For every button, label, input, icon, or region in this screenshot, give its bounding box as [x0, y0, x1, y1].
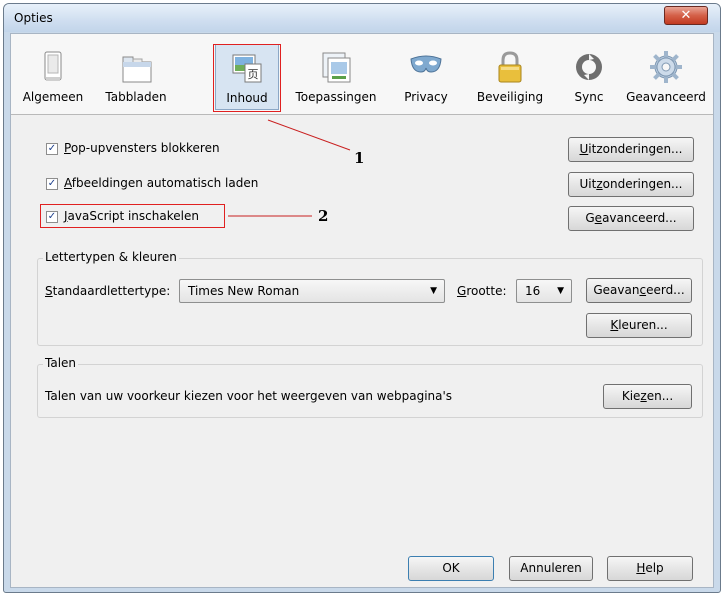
applications-icon — [322, 52, 351, 83]
ok-button[interactable]: OK — [408, 556, 494, 581]
tab-label: Beveiliging — [476, 90, 544, 104]
title-bar[interactable]: Opties ✕ — [4, 4, 720, 32]
label-popups: Pop-upvensters blokkeren — [64, 141, 220, 155]
close-icon: ✕ — [680, 8, 692, 23]
default-font-select[interactable]: Times New Roman ▼ — [179, 279, 445, 303]
font-size-value: 16 — [525, 284, 541, 298]
annotation-label-2: 2 — [318, 207, 329, 225]
annotation-box-inhoud — [213, 44, 281, 112]
tab-algemeen[interactable]: Algemeen — [15, 44, 91, 110]
label-javascript: JavaScript inschakelen — [64, 209, 199, 223]
tab-label: Geavanceerd — [626, 90, 706, 104]
tab-geavanceerd[interactable]: Geavanceerd — [623, 44, 709, 110]
checkbox-images[interactable]: ✓ — [46, 178, 58, 190]
checkbox-javascript[interactable]: ✓ — [46, 211, 58, 223]
switch-icon — [44, 51, 62, 81]
choose-languages-button[interactable]: Kiezen... — [603, 384, 692, 409]
tab-beveiliging[interactable]: Beveiliging — [467, 44, 553, 110]
tab-tabbladen[interactable]: Tabbladen — [97, 44, 175, 110]
default-font-label: Standaardlettertype: — [45, 284, 171, 298]
tab-toepassingen[interactable]: Toepassingen — [288, 44, 384, 110]
gear-icon — [650, 51, 682, 83]
annotation-label-1: 1 — [354, 149, 365, 167]
languages-group-label: Talen — [43, 356, 79, 370]
close-button[interactable]: ✕ — [664, 6, 708, 25]
dropdown-arrow-icon: ▼ — [557, 286, 564, 296]
sync-icon — [576, 54, 602, 80]
font-size-select[interactable]: 16 ▼ — [516, 279, 572, 303]
dropdown-arrow-icon: ▼ — [430, 286, 437, 296]
tab-label: Privacy — [404, 90, 448, 104]
fonts-group-label: Lettertypen & kleuren — [43, 250, 179, 264]
label-images: Afbeeldingen automatisch laden — [64, 176, 259, 190]
window-title: Opties — [14, 11, 53, 25]
size-label: Grootte: — [457, 284, 507, 298]
tabs-icon — [122, 56, 152, 83]
image-exceptions-button[interactable]: Uitzonderingen... — [568, 172, 694, 197]
fonts-advanced-button[interactable]: Geavanceerd... — [586, 278, 692, 303]
checkbox-popups[interactable]: ✓ — [46, 143, 58, 155]
colors-button[interactable]: Kleuren... — [586, 313, 692, 338]
tab-label: Tabbladen — [105, 90, 167, 104]
category-toolbar: Algemeen Tabbladen 页 Inhoud Toepassingen… — [11, 34, 713, 115]
default-font-value: Times New Roman — [188, 284, 300, 298]
tab-sync[interactable]: Sync — [563, 44, 615, 110]
mask-icon — [410, 55, 442, 73]
languages-description: Talen van uw voorkeur kiezen voor het we… — [45, 389, 453, 403]
tab-privacy[interactable]: Privacy — [394, 44, 458, 110]
options-window: Opties ✕ Algemeen Tabbladen 页 Inhoud Toe… — [3, 3, 721, 593]
cancel-button[interactable]: Annuleren — [509, 556, 593, 581]
tab-label: Toepassingen — [295, 90, 377, 104]
tab-label: Sync — [574, 90, 604, 104]
popup-exceptions-button[interactable]: Uitzonderingen... — [568, 137, 694, 162]
dialog-client: Algemeen Tabbladen 页 Inhoud Toepassingen… — [10, 33, 714, 588]
lock-icon — [498, 51, 522, 83]
help-button[interactable]: Help — [607, 556, 693, 581]
tab-label: Algemeen — [22, 90, 84, 104]
javascript-advanced-button[interactable]: Geavanceerd... — [568, 206, 694, 231]
